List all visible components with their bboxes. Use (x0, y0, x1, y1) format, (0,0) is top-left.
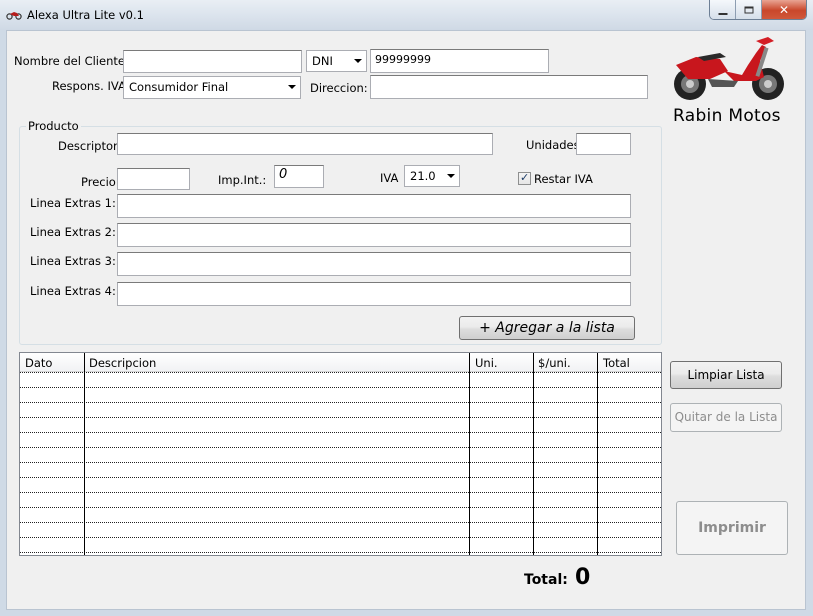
motorcycle-icon (6, 12, 22, 20)
table-row[interactable] (20, 462, 661, 463)
nombre-cliente-input[interactable] (123, 50, 302, 73)
descriptor-label: Descriptor (58, 139, 118, 153)
column-header-dato[interactable]: Dato (25, 356, 52, 370)
minimize-icon (718, 12, 727, 15)
column-header-descripcion[interactable]: Descripcion (89, 356, 156, 370)
column-separator[interactable] (597, 353, 598, 555)
unidades-input[interactable] (576, 133, 631, 155)
table-row[interactable] (20, 447, 661, 448)
column-header-precio-unitario[interactable]: $/uni. (538, 356, 571, 370)
quitar-de-la-lista-button[interactable]: Quitar de la Lista (670, 403, 782, 432)
impint-input[interactable]: 0 (274, 165, 324, 188)
total-value: 0 (575, 565, 591, 590)
title-bar[interactable]: Alexa Ultra Lite v0.1 ✕ (0, 0, 813, 30)
doc-number-input[interactable]: 99999999 (370, 49, 549, 73)
linea-extras-1-label: Linea Extras 1: (30, 196, 116, 210)
responsable-iva-select[interactable]: Consumidor Final (123, 76, 301, 99)
items-table[interactable]: Dato Descripcion Uni. $/uni. Total (19, 352, 662, 556)
table-row[interactable] (20, 372, 661, 373)
motorcycle-image (674, 37, 784, 100)
producto-group-title: Producto (26, 119, 81, 133)
doc-type-select[interactable]: DNI (306, 50, 367, 72)
table-row[interactable] (20, 387, 661, 388)
agregar-button[interactable]: + Agregar a la lista (459, 316, 635, 340)
nombre-cliente-label: Nombre del Cliente: (14, 54, 129, 68)
linea-extras-4-input[interactable] (117, 282, 631, 306)
column-header-uni[interactable]: Uni. (475, 356, 498, 370)
minimize-button[interactable] (710, 0, 736, 19)
linea-extras-3-input[interactable] (117, 252, 631, 276)
linea-extras-2-input[interactable] (117, 223, 631, 247)
iva-label: IVA (380, 171, 399, 185)
total-label: Total: (524, 572, 568, 588)
iva-value: 21.0 (410, 169, 436, 183)
chevron-down-icon (447, 174, 455, 178)
column-separator[interactable] (469, 353, 470, 555)
table-row[interactable] (20, 477, 661, 478)
descriptor-input[interactable] (117, 133, 493, 155)
close-button[interactable]: ✕ (762, 0, 806, 19)
doc-type-value: DNI (312, 54, 333, 68)
maximize-icon (744, 6, 753, 13)
responsable-iva-label: Respons. IVA (52, 79, 126, 93)
restar-iva-checkbox[interactable]: ✓ (518, 171, 531, 185)
table-row[interactable] (20, 417, 661, 418)
table-row[interactable] (20, 522, 661, 523)
impint-label: Imp.Int.: (218, 173, 267, 187)
chevron-down-icon (288, 85, 296, 89)
table-row[interactable] (20, 537, 661, 538)
window-controls: ✕ (709, 0, 807, 20)
table-row[interactable] (20, 552, 661, 553)
table-row[interactable] (20, 402, 661, 403)
window-title: Alexa Ultra Lite v0.1 (27, 8, 144, 22)
table-row[interactable] (20, 507, 661, 508)
brand-name: Rabin Motos (673, 106, 781, 126)
restar-iva-label: Restar IVA (534, 172, 593, 186)
chevron-down-icon (354, 59, 362, 63)
check-icon: ✓ (520, 171, 530, 184)
unidades-label: Unidades (526, 138, 580, 152)
window-frame-right (806, 30, 813, 616)
table-row[interactable] (20, 492, 661, 493)
linea-extras-3-label: Linea Extras 3: (30, 254, 116, 268)
close-icon: ✕ (778, 2, 790, 17)
linea-extras-1-input[interactable] (117, 194, 631, 218)
imprimir-button[interactable]: Imprimir (676, 501, 788, 555)
precio-input[interactable] (117, 168, 190, 190)
precio-label: Precio (81, 175, 116, 189)
linea-extras-2-label: Linea Extras 2: (30, 225, 116, 239)
table-header: Dato Descripcion Uni. $/uni. Total (20, 353, 661, 372)
iva-select[interactable]: 21.0 (404, 165, 460, 187)
column-separator[interactable] (84, 353, 85, 555)
column-separator[interactable] (533, 353, 534, 555)
window-frame-bottom (0, 610, 813, 616)
maximize-button[interactable] (736, 0, 762, 19)
responsable-iva-value: Consumidor Final (129, 80, 229, 94)
direccion-label: Direccion: (310, 81, 368, 95)
limpiar-lista-button[interactable]: Limpiar Lista (670, 361, 782, 389)
linea-extras-4-label: Linea Extras 4: (30, 284, 116, 298)
direccion-input[interactable] (370, 75, 648, 99)
column-header-total[interactable]: Total (603, 356, 630, 370)
table-row[interactable] (20, 432, 661, 433)
